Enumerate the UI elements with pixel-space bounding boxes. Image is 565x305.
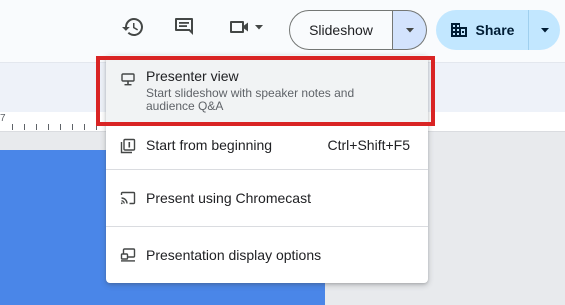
building-icon (450, 23, 467, 37)
menu-item-present-chromecast[interactable]: Present using Chromecast (106, 170, 428, 226)
ruler-tick (12, 124, 13, 130)
presenter-view-icon (120, 71, 136, 87)
ruler-tick (72, 124, 73, 130)
ruler-tick (48, 124, 49, 130)
ruler-tick (96, 124, 97, 130)
video-camera-icon (230, 21, 248, 33)
slideshow-dropdown-button[interactable] (393, 10, 427, 50)
ruler-tick (60, 124, 61, 130)
menu-item-label: Presentation display options (146, 247, 322, 263)
ruler-number: 7 (0, 113, 6, 124)
comment-icon (175, 18, 193, 35)
menu-item-label: Presenter view (146, 68, 239, 84)
comment-button[interactable] (167, 10, 201, 44)
slideshow-button[interactable]: Slideshow (289, 10, 393, 50)
menu-item-label: Present using Chromecast (146, 190, 311, 206)
share-label: Share (475, 22, 515, 38)
menu-item-start-from-beginning[interactable]: Start from beginning Ctrl+Shift+F5 (106, 123, 428, 169)
share-dropdown-button[interactable] (528, 10, 560, 50)
chevron-down-icon (255, 25, 263, 30)
share-button-group: Share (436, 10, 560, 50)
meet-button[interactable] (222, 10, 270, 44)
history-icon (122, 18, 143, 36)
start-from-beginning-icon (120, 138, 136, 154)
menu-item-presenter-view[interactable]: Presenter view Start slideshow with spea… (106, 55, 428, 123)
menu-item-display-options[interactable]: Presentation display options (106, 227, 428, 283)
history-button[interactable] (116, 10, 150, 44)
share-button[interactable]: Share (436, 10, 528, 50)
menu-item-description: Start slideshow with speaker notes and a… (146, 86, 355, 113)
menu-item-shortcut: Ctrl+Shift+F5 (327, 137, 410, 153)
ruler-tick (84, 124, 85, 130)
top-bar: Slideshow Share (0, 0, 565, 62)
display-options-icon (120, 247, 136, 263)
cast-icon (120, 190, 136, 206)
menu-item-label: Start from beginning (146, 137, 273, 153)
chevron-down-icon (405, 28, 414, 33)
chevron-down-icon (540, 28, 549, 33)
slideshow-button-group: Slideshow (289, 10, 427, 50)
slideshow-dropdown-menu: Presenter view Start slideshow with spea… (106, 55, 428, 283)
ruler-tick (24, 124, 25, 130)
ruler-tick (36, 124, 37, 130)
